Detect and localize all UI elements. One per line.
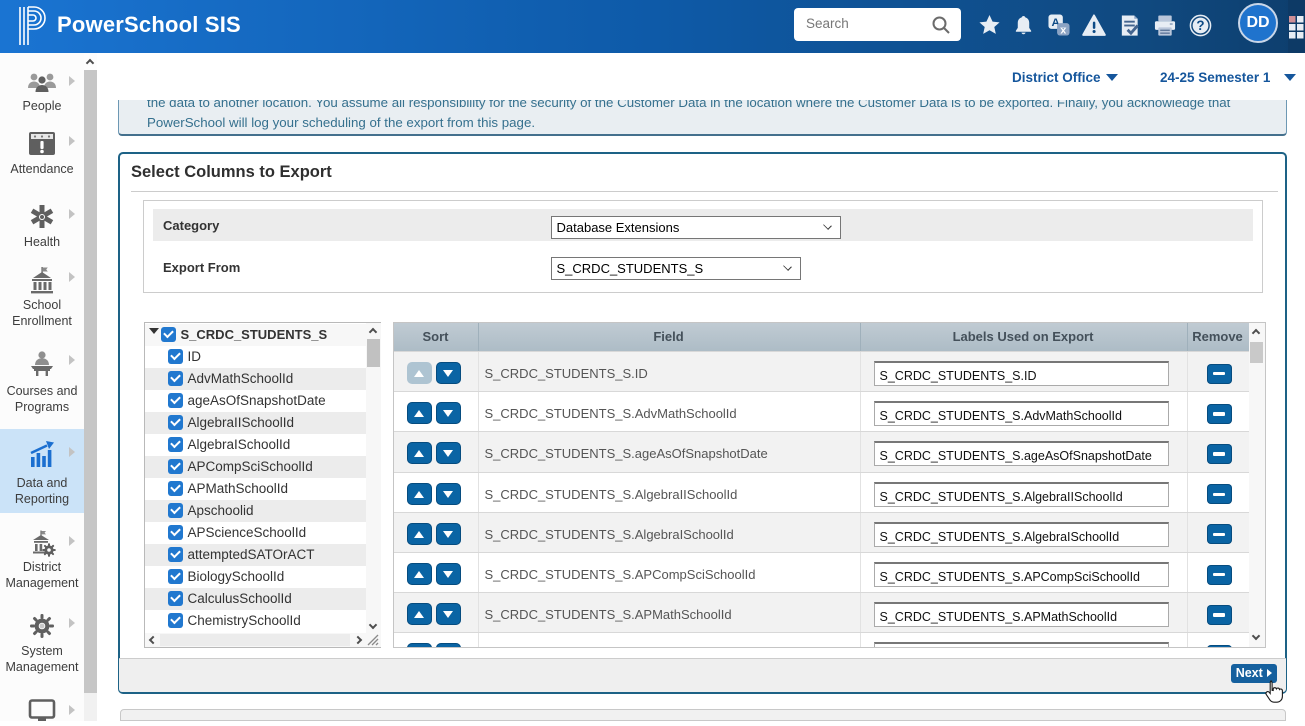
svg-text:?: ? xyxy=(1196,18,1204,33)
svg-text:x̅: x̅ xyxy=(1059,24,1066,36)
